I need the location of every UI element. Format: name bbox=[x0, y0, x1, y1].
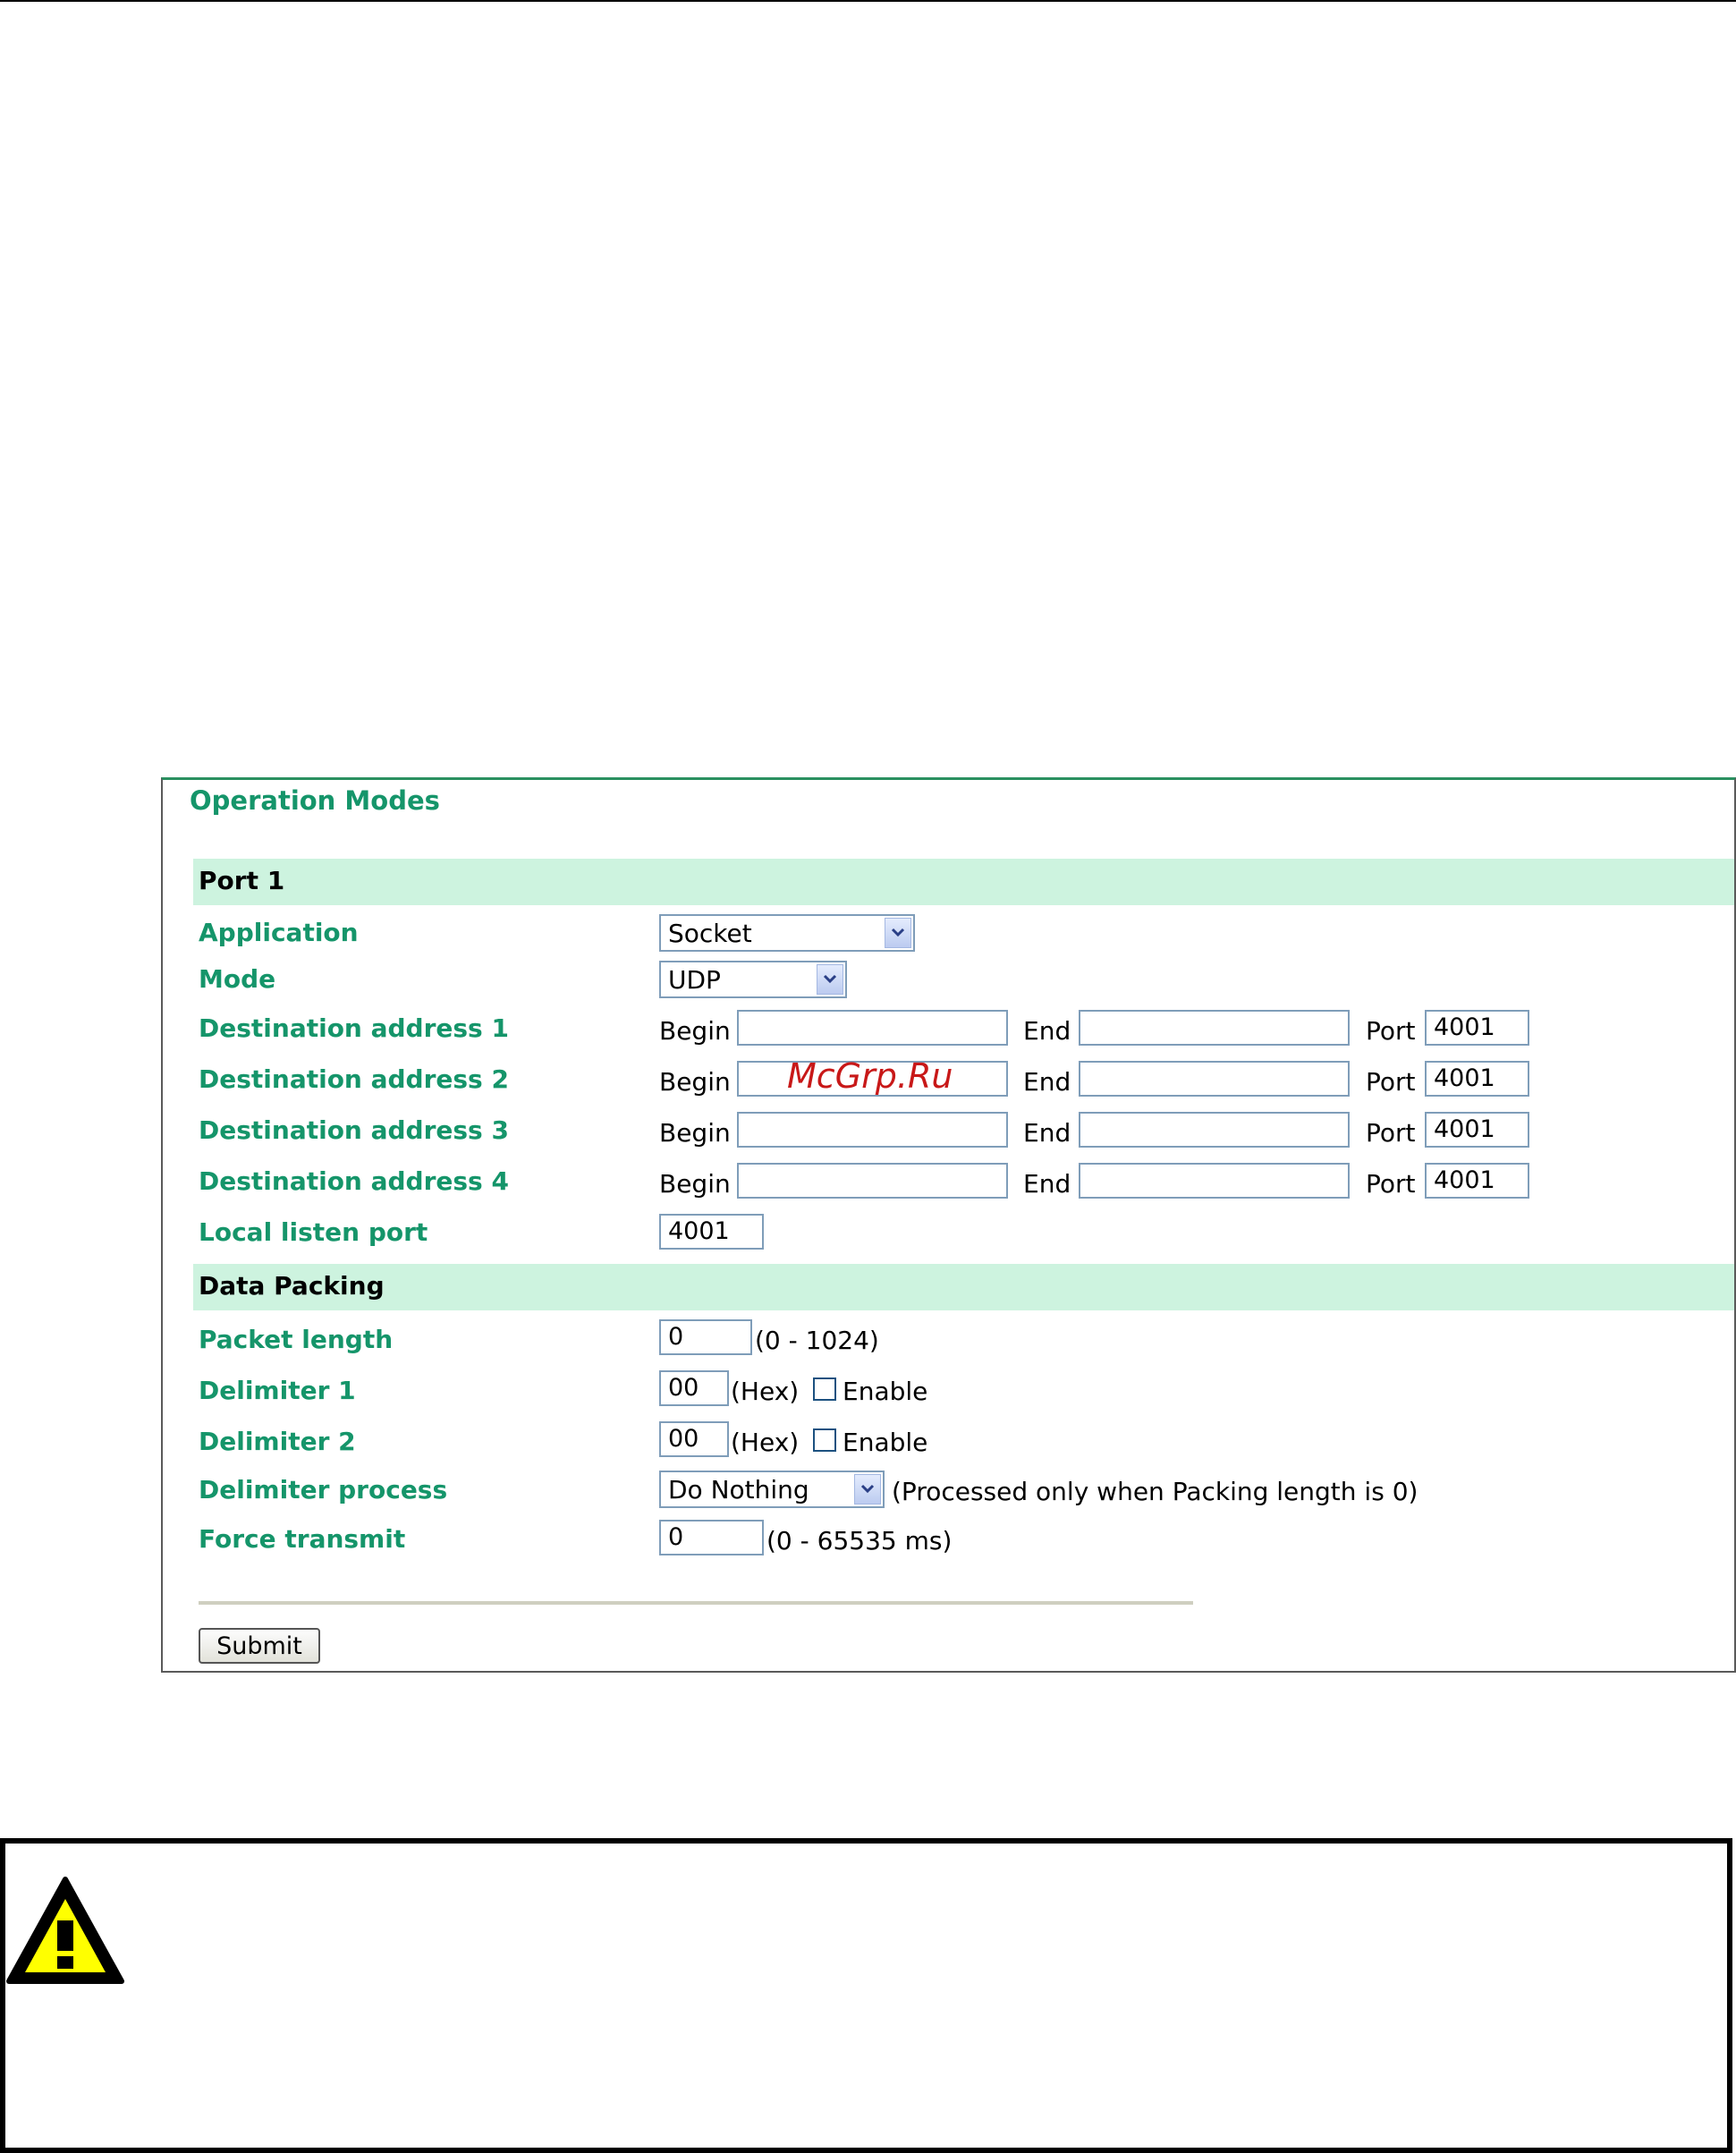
destination-4-port-input[interactable]: 4001 bbox=[1425, 1163, 1529, 1199]
delimiter-2-label: Delimiter 2 bbox=[199, 1427, 356, 1456]
application-select[interactable]: Socket bbox=[659, 914, 915, 952]
page-top-rule bbox=[0, 0, 1736, 2]
packet-length-hint: (0 - 1024) bbox=[755, 1326, 879, 1355]
destination-4-end-input[interactable] bbox=[1079, 1163, 1350, 1199]
watermark-text: McGrp.Ru bbox=[787, 1056, 953, 1096]
destination-4-end-label: End bbox=[1023, 1169, 1071, 1199]
delimiter-2-enable-label: Enable bbox=[843, 1428, 928, 1457]
force-transmit-input[interactable]: 0 bbox=[659, 1520, 764, 1555]
panel-title: Operation Modes bbox=[190, 785, 440, 816]
delimiter-2-hex-label: (Hex) bbox=[731, 1428, 800, 1457]
destination-2-begin-label: Begin bbox=[659, 1067, 731, 1097]
delimiter-process-hint: (Processed only when Packing length is 0… bbox=[892, 1477, 1418, 1506]
destination-2-end-label: End bbox=[1023, 1067, 1071, 1097]
destination-3-begin-label: Begin bbox=[659, 1118, 731, 1148]
destination-address-1-label: Destination address 1 bbox=[199, 1013, 509, 1043]
force-transmit-label: Force transmit bbox=[199, 1524, 406, 1554]
delimiter-1-hex-label: (Hex) bbox=[731, 1377, 800, 1406]
destination-2-port-input[interactable]: 4001 bbox=[1425, 1061, 1529, 1097]
chevron-down-icon[interactable] bbox=[817, 964, 843, 995]
delimiter-1-label: Delimiter 1 bbox=[199, 1376, 356, 1405]
mode-select[interactable]: UDP bbox=[659, 961, 847, 998]
destination-4-port-label: Port bbox=[1366, 1169, 1416, 1199]
delimiter-1-enable-label: Enable bbox=[843, 1377, 928, 1406]
delimiter-1-input[interactable]: 00 bbox=[659, 1370, 729, 1406]
chevron-down-icon[interactable] bbox=[854, 1474, 881, 1505]
application-label: Application bbox=[199, 918, 359, 947]
destination-address-2-label: Destination address 2 bbox=[199, 1064, 509, 1094]
destination-1-end-label: End bbox=[1023, 1016, 1071, 1046]
application-select-value: Socket bbox=[668, 919, 752, 948]
delimiter-1-enable-checkbox[interactable] bbox=[813, 1377, 836, 1401]
form-divider bbox=[199, 1601, 1193, 1605]
destination-2-end-input[interactable] bbox=[1079, 1061, 1350, 1097]
destination-1-begin-label: Begin bbox=[659, 1016, 731, 1046]
destination-1-port-label: Port bbox=[1366, 1016, 1416, 1046]
section-title-data-packing: Data Packing bbox=[199, 1271, 385, 1301]
destination-3-end-label: End bbox=[1023, 1118, 1071, 1148]
packet-length-label: Packet length bbox=[199, 1325, 394, 1354]
destination-1-end-input[interactable] bbox=[1079, 1010, 1350, 1046]
section-title-port: Port 1 bbox=[199, 866, 285, 895]
warning-triangle-icon bbox=[5, 1876, 125, 1990]
destination-3-end-input[interactable] bbox=[1079, 1112, 1350, 1148]
destination-4-begin-label: Begin bbox=[659, 1169, 731, 1199]
destination-1-begin-input[interactable] bbox=[737, 1010, 1008, 1046]
section-header-data-packing: Data Packing bbox=[193, 1264, 1734, 1310]
mode-label: Mode bbox=[199, 964, 276, 994]
delimiter-process-select[interactable]: Do Nothing bbox=[659, 1471, 885, 1508]
local-listen-port-label: Local listen port bbox=[199, 1217, 428, 1247]
packet-length-input[interactable]: 0 bbox=[659, 1319, 752, 1355]
delimiter-2-input[interactable]: 00 bbox=[659, 1421, 729, 1457]
destination-1-port-input[interactable]: 4001 bbox=[1425, 1010, 1529, 1046]
destination-address-4-label: Destination address 4 bbox=[199, 1166, 509, 1196]
local-listen-port-input[interactable]: 4001 bbox=[659, 1214, 764, 1250]
operation-modes-panel: Operation Modes Port 1 Application Socke… bbox=[161, 777, 1736, 1673]
destination-3-port-label: Port bbox=[1366, 1118, 1416, 1148]
submit-button[interactable]: Submit bbox=[199, 1628, 320, 1664]
mode-select-value: UDP bbox=[668, 965, 721, 995]
warning-box bbox=[0, 1838, 1732, 2153]
delimiter-process-select-value: Do Nothing bbox=[668, 1475, 809, 1505]
destination-4-begin-input[interactable] bbox=[737, 1163, 1008, 1199]
section-header-port: Port 1 bbox=[193, 859, 1734, 905]
delimiter-2-enable-checkbox[interactable] bbox=[813, 1428, 836, 1452]
destination-2-port-label: Port bbox=[1366, 1067, 1416, 1097]
destination-3-port-input[interactable]: 4001 bbox=[1425, 1112, 1529, 1148]
destination-3-begin-input[interactable] bbox=[737, 1112, 1008, 1148]
destination-address-3-label: Destination address 3 bbox=[199, 1115, 509, 1145]
force-transmit-hint: (0 - 65535 ms) bbox=[766, 1526, 953, 1555]
delimiter-process-label: Delimiter process bbox=[199, 1475, 448, 1505]
chevron-down-icon[interactable] bbox=[885, 918, 911, 948]
